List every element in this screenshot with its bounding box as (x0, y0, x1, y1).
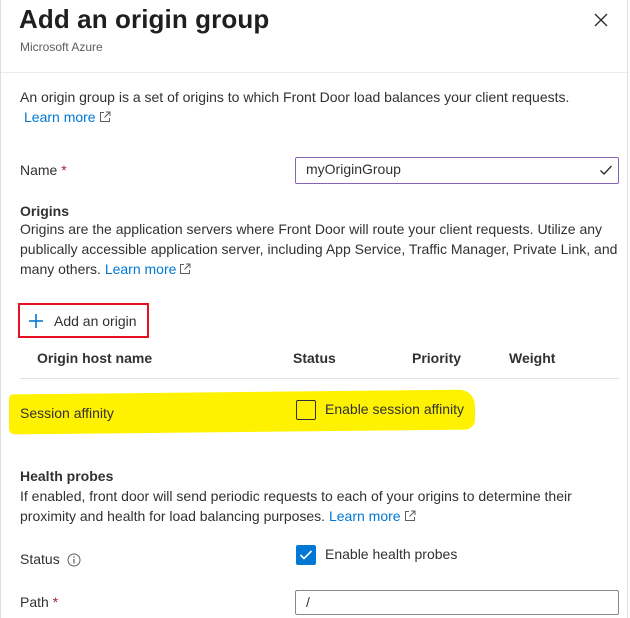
name-input[interactable]: myOriginGroup (295, 157, 619, 184)
name-label: Name * (20, 162, 67, 178)
origins-learn-more-link[interactable]: Learn more (105, 261, 192, 277)
path-label: Path * (20, 594, 58, 610)
health-probes-description-text: If enabled, front door will send periodi… (20, 488, 572, 524)
path-label-text: Path (20, 594, 49, 610)
close-icon (594, 13, 608, 27)
page-title: Add an origin group (19, 4, 270, 34)
enable-health-probes-checkbox[interactable] (296, 545, 316, 565)
session-affinity-checkbox[interactable] (296, 400, 316, 420)
origins-title: Origins (20, 203, 70, 219)
health-probes-learn-more-label[interactable]: Learn more (329, 508, 401, 524)
session-affinity-checkbox-label[interactable]: Enable session affinity (325, 401, 464, 417)
intro-text: An origin group is a set of origins to w… (20, 87, 610, 127)
external-link-icon (404, 510, 416, 521)
path-input[interactable]: / (295, 590, 619, 615)
enable-health-probes-label[interactable]: Enable health probes (325, 546, 457, 562)
column-header-status[interactable]: Status (293, 350, 336, 366)
intro-learn-more-link[interactable]: Learn more (24, 109, 111, 125)
intro-learn-more-label[interactable]: Learn more (24, 109, 96, 125)
health-probes-description: If enabled, front door will send periodi… (20, 486, 620, 526)
health-probes-learn-more-link[interactable]: Learn more (329, 508, 416, 524)
column-header-priority[interactable]: Priority (412, 350, 461, 366)
close-button[interactable] (591, 10, 611, 30)
session-affinity-label: Session affinity (20, 405, 114, 421)
column-header-origin-host-name[interactable]: Origin host name (37, 350, 152, 366)
external-link-icon (99, 111, 111, 122)
health-probes-title: Health probes (20, 468, 114, 484)
info-icon[interactable] (67, 553, 81, 567)
origins-learn-more-label[interactable]: Learn more (105, 261, 177, 277)
origins-description: Origins are the application servers wher… (20, 219, 620, 279)
plus-icon (29, 313, 43, 328)
external-link-icon (180, 263, 191, 274)
page-subtitle: Microsoft Azure (20, 40, 103, 54)
add-origin-button[interactable]: Add an origin (18, 303, 149, 338)
checkmark-icon (299, 550, 313, 560)
column-header-weight[interactable]: Weight (509, 350, 555, 366)
add-origin-label: Add an origin (54, 312, 137, 329)
header-divider (1, 72, 629, 73)
origin-group-panel: Add an origin group Microsoft Azure An o… (0, 0, 629, 618)
name-label-text: Name (20, 162, 58, 178)
path-required-mark: * (52, 594, 59, 610)
health-probes-status-label: Status (20, 551, 60, 567)
name-required-mark: * (61, 162, 67, 178)
intro-description: An origin group is a set of origins to w… (20, 89, 570, 105)
table-divider (20, 378, 619, 379)
checkmark-icon (600, 165, 613, 176)
